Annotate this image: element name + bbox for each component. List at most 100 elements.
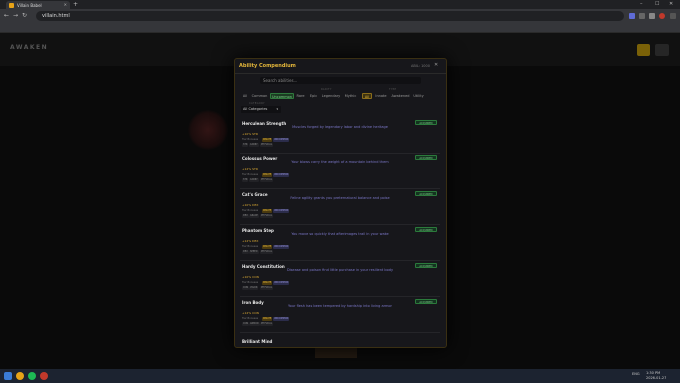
ability-rarity-badge: UNCOMMON [273, 281, 290, 285]
ability-tag: CARRY [249, 178, 259, 182]
secondary-action-button[interactable] [655, 44, 669, 56]
ability-compendium-modal: Ability Compendium ABIL: 1000 ✕ Search a… [234, 58, 447, 348]
ability-tag: PHYSICAL [260, 214, 274, 218]
ability-effect: Muscles forged by legendary labor and di… [292, 125, 388, 129]
ability-type-badge: INNATE [262, 317, 273, 321]
ability-cost: +12% STR [242, 167, 258, 171]
ability-meta: Tier Bonuses [242, 281, 259, 284]
ability-cost: +10% DEX [242, 203, 259, 207]
back-icon[interactable]: ← [4, 12, 9, 19]
acquire-button[interactable]: ACQUIRED [415, 299, 437, 304]
type-filter-all[interactable]: All [362, 93, 372, 99]
type-label: TYPE [389, 88, 397, 91]
search-input[interactable]: Search abilities... [260, 77, 421, 84]
start-icon[interactable] [4, 372, 12, 380]
ability-rarity-badge: UNCOMMON [273, 173, 290, 177]
filter-epic[interactable]: Epic [308, 93, 319, 99]
character-art [188, 110, 228, 150]
ability-tag: ARMOR [249, 322, 260, 326]
filter-uncommon[interactable]: Uncommon [270, 93, 294, 99]
category-label: CATEGORY [249, 102, 265, 105]
tab-close-icon[interactable]: ✕ [64, 2, 67, 7]
favicon-icon [9, 2, 14, 8]
ability-card: Herculean Strength Muscles forged by leg… [240, 120, 440, 154]
search-placeholder: Search abilities... [263, 78, 298, 83]
close-icon[interactable]: ✕ [434, 62, 438, 68]
ability-rarity-badge: UNCOMMON [273, 138, 290, 142]
acquire-button[interactable]: ACQUIRED [415, 227, 437, 232]
menu-icon[interactable] [670, 13, 676, 19]
type-filter-utility[interactable]: Utility [412, 93, 425, 99]
reload-icon[interactable]: ↻ [22, 12, 27, 19]
ability-tag: VIGOR [249, 286, 259, 290]
ability-tag: PHYSICAL [260, 178, 274, 182]
close-window-button[interactable]: ✕ [669, 1, 673, 7]
ability-card: Cat's Grace Feline agility grants you pr… [240, 191, 440, 225]
primary-action-button[interactable] [637, 44, 650, 56]
ability-rarity-badge: UNCOMMON [273, 209, 290, 213]
extension-icon[interactable] [629, 13, 635, 19]
ability-meta: Tier Bonuses [242, 317, 259, 320]
ability-meta: Tier Bonuses [242, 173, 259, 176]
ability-effect: Feline agility grants you preternatural … [290, 196, 390, 200]
acquire-button[interactable]: ACQUIRED [415, 155, 437, 160]
browser-taskbar-icon[interactable] [16, 372, 24, 380]
forward-icon[interactable]: → [13, 12, 18, 19]
filter-mythic[interactable]: Mythic [343, 93, 358, 99]
ability-type-badge: INNATE [262, 173, 273, 177]
extension-icon[interactable] [639, 13, 645, 19]
ability-tag: STR [242, 143, 249, 147]
bookmarks-bar [0, 24, 680, 33]
filter-legendary[interactable]: Legendary [321, 93, 341, 99]
clock-date[interactable]: 2026-01-27 [646, 376, 666, 380]
type-filter-awakened[interactable]: Awakened [390, 93, 411, 99]
ability-card: Colossus Power Your blows carry the weig… [240, 155, 440, 189]
ability-rarity-badge: UNCOMMON [273, 245, 290, 249]
acquire-button[interactable]: ACQUIRED [415, 263, 437, 268]
clock-time[interactable]: 1:30 PM [646, 371, 660, 375]
ability-type-badge: INNATE [262, 245, 273, 249]
ability-tag: GRACE [249, 214, 259, 218]
ability-tag: PHYSICAL [260, 143, 274, 147]
category-value: All Categories [243, 107, 268, 111]
ability-meta: Tier Bonuses [242, 138, 259, 141]
address-bar[interactable]: villain.html [36, 11, 624, 21]
maximize-button[interactable]: ☐ [655, 1, 659, 7]
spotify-icon[interactable] [28, 372, 36, 380]
acquire-button[interactable]: ACQUIRED [415, 191, 437, 196]
ability-meta: Tier Bonuses [242, 245, 259, 248]
browser-tab[interactable]: Villain Babel ✕ [6, 1, 70, 9]
page-title: AWAKEN [10, 44, 49, 51]
app-icon[interactable] [40, 372, 48, 380]
ability-type-badge: INNATE [262, 209, 273, 213]
modal-title: Ability Compendium [239, 63, 296, 69]
type-filter-innate[interactable]: Innate [374, 93, 388, 99]
profile-avatar[interactable] [659, 13, 665, 19]
ability-count: ABIL: 1000 [411, 64, 430, 68]
filter-all[interactable]: All [240, 93, 250, 99]
modal-header: Ability Compendium ABIL: 1000 ✕ [235, 59, 446, 74]
ability-cost: +12% DEX [242, 239, 259, 243]
acquire-button[interactable]: ACQUIRED [415, 120, 437, 125]
ability-cost: +12% CON [242, 311, 259, 315]
ability-tag: SPEED [249, 250, 259, 254]
ability-effect: Your blows carry the weight of a mountai… [291, 160, 389, 164]
taskbar [0, 369, 680, 383]
ability-card: Phantom Step You move so quickly that af… [240, 227, 440, 261]
new-tab-button[interactable]: + [73, 1, 78, 8]
ability-tag: PHYSICAL [260, 286, 274, 290]
minimize-button[interactable]: – [640, 1, 643, 7]
category-select[interactable]: All Categories ▾ [241, 106, 281, 113]
ability-effect: Your flesh has been tempered by hardship… [287, 304, 392, 308]
rarity-label: RARITY [321, 88, 332, 91]
tab-title: Villain Babel [17, 2, 42, 8]
ability-effect: Disease and poison find little purchase … [286, 268, 394, 272]
ability-tag: STR [242, 178, 249, 182]
filter-common[interactable]: Common [251, 93, 268, 99]
ability-name: Brilliant Mind [242, 339, 273, 344]
puzzle-icon[interactable] [649, 13, 655, 19]
ability-card: Hardy Constitution Disease and poison fi… [240, 263, 440, 297]
ability-rarity-badge: UNCOMMON [273, 317, 290, 321]
language-indicator[interactable]: ENG [632, 372, 640, 376]
filter-rare[interactable]: Rare [295, 93, 306, 99]
